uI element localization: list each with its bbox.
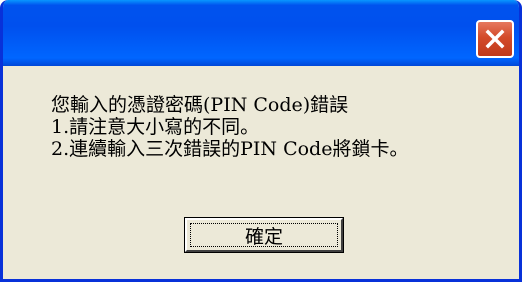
ok-button[interactable]: 確定 [185,218,343,252]
message-line-2: 1.請注意大小寫的不同。 [51,116,260,138]
ok-button-label: 確定 [244,225,283,248]
error-dialog: 您輸入的憑證密碼(PIN Code)錯誤 1.請注意大小寫的不同。 2.連續輸入… [0,0,522,282]
title-bar[interactable] [3,0,519,66]
message-line-1: 您輸入的憑證密碼(PIN Code)錯誤 [51,94,349,116]
message-area: 您輸入的憑證密碼(PIN Code)錯誤 1.請注意大小寫的不同。 2.連續輸入… [51,94,408,160]
close-icon [484,28,506,50]
message-line-3: 2.連續輸入三次錯誤的PIN Code將鎖卡。 [51,138,409,160]
close-button[interactable] [476,20,514,58]
